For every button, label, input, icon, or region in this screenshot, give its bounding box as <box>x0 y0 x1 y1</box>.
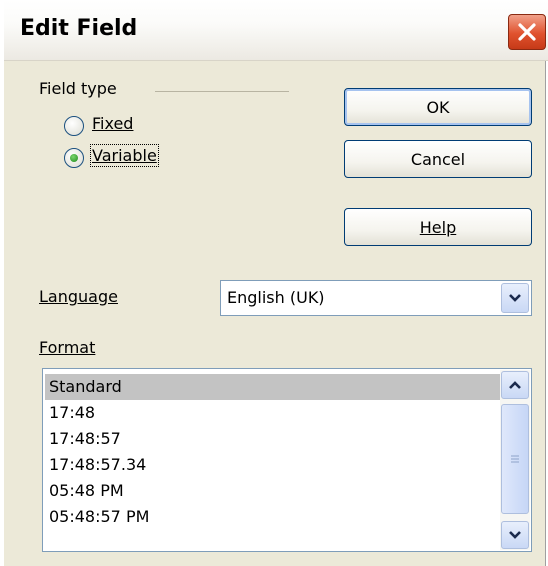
close-button[interactable] <box>508 14 546 50</box>
radio-variable-label: Variable <box>90 144 159 167</box>
radio-fixed[interactable] <box>64 116 84 136</box>
list-item[interactable]: 05:48:57 PM <box>45 504 500 530</box>
help-button[interactable]: Help <box>344 208 532 246</box>
format-listbox[interactable]: Standard 17:48 17:48:57 17:48:57.34 05:4… <box>42 368 532 552</box>
list-item[interactable]: 17:48 <box>45 400 500 426</box>
ok-button[interactable]: OK <box>344 88 532 126</box>
language-dropdown-button[interactable] <box>501 283 529 313</box>
title-bar[interactable]: Edit Field <box>4 0 548 61</box>
scroll-thumb[interactable] <box>501 404 529 514</box>
scroll-up-button[interactable] <box>501 371 529 399</box>
radio-variable[interactable] <box>64 148 84 168</box>
close-icon <box>518 23 536 41</box>
field-type-group-divider <box>155 91 289 92</box>
help-button-label: Help <box>419 217 457 237</box>
language-label: Language <box>39 287 118 306</box>
radio-fixed-text: Fixed <box>92 114 134 133</box>
radio-fixed-label: Fixed <box>92 114 133 133</box>
language-select[interactable]: English (UK) <box>220 280 532 316</box>
scroll-down-button[interactable] <box>501 521 529 549</box>
edit-field-dialog: Edit Field Field type Fixed Variable OK … <box>2 0 548 566</box>
dialog-title: Edit Field <box>20 16 138 41</box>
format-label-text: Format <box>39 338 96 357</box>
list-item[interactable]: 17:48:57.34 <box>45 452 500 478</box>
format-label: Format <box>39 338 95 357</box>
language-select-value: English (UK) <box>227 288 325 307</box>
list-item[interactable]: 17:48:57 <box>45 426 500 452</box>
list-item[interactable]: Standard <box>45 374 500 400</box>
radio-selected-dot <box>70 154 78 162</box>
language-label-text: Language <box>39 287 118 306</box>
chevron-up-icon <box>509 381 521 389</box>
list-item[interactable]: 05:48 PM <box>45 478 500 504</box>
format-scrollbar[interactable] <box>500 370 530 550</box>
chevron-down-icon <box>509 294 521 302</box>
grip-icon <box>511 455 519 463</box>
field-type-label: Field type <box>39 79 117 98</box>
radio-variable-option[interactable]: Variable <box>64 144 214 170</box>
radio-fixed-option[interactable]: Fixed <box>64 114 214 138</box>
radio-variable-text: Variable <box>92 146 157 165</box>
chevron-down-icon <box>509 531 521 539</box>
cancel-button[interactable]: Cancel <box>344 140 532 178</box>
